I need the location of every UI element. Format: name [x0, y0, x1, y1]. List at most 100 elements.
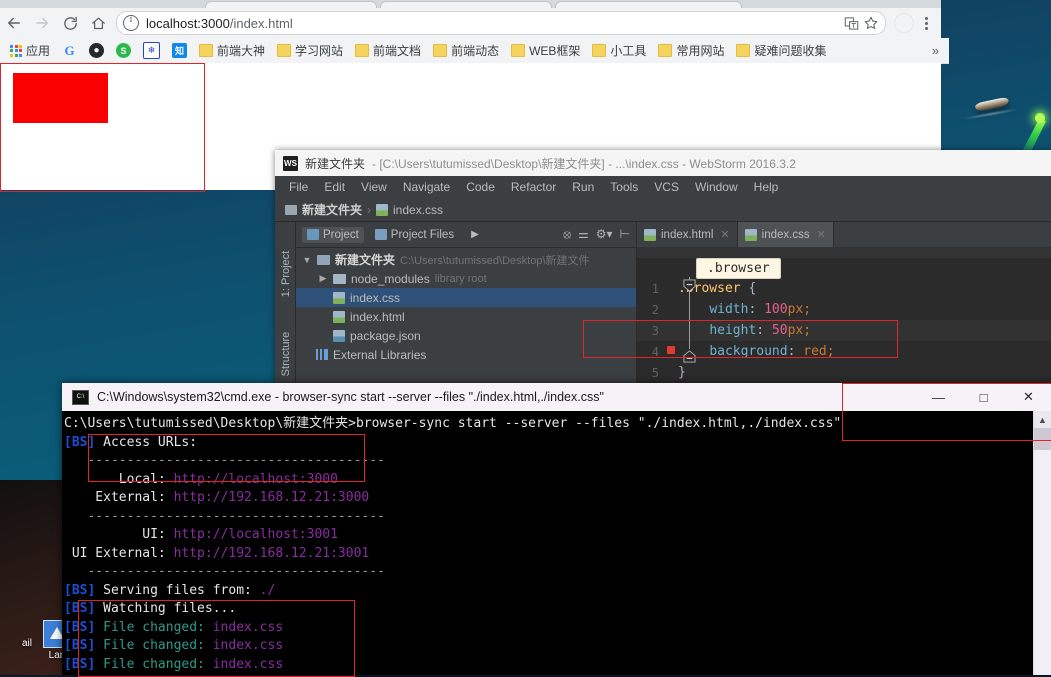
breadcrumb-project[interactable]: 新建文件夹	[302, 201, 362, 218]
tabs-overflow-icon[interactable]: ▶	[465, 229, 479, 240]
kebab-menu-icon[interactable]	[917, 14, 935, 32]
menu-file-label: File	[289, 180, 309, 194]
cmd-scrollbar[interactable]: ▲	[1033, 411, 1051, 675]
menu-edit[interactable]: Edit	[316, 179, 353, 195]
tab-project[interactable]: Project	[302, 226, 364, 243]
breakpoint-icon[interactable]	[667, 346, 675, 354]
folder-icon	[658, 44, 673, 57]
sidebar-tab-project[interactable]: 1: Project	[280, 246, 292, 302]
chevron-down-icon[interactable]: ▼	[302, 255, 312, 265]
editor-tab-index-css[interactable]: index.css ✕	[737, 222, 834, 247]
forward-button[interactable]	[28, 9, 56, 37]
close-icon[interactable]: ✕	[817, 228, 826, 241]
close-button[interactable]: ✕	[1006, 383, 1051, 411]
tree-node-project-root[interactable]: ▼ 新建文件夹 C:\Users\tutumissed\Desktop\新建文件	[296, 250, 636, 269]
bookmark-github[interactable]: ●	[83, 41, 110, 60]
html-file-icon	[644, 228, 656, 241]
bookmark-folder[interactable]: 前端动态	[427, 40, 505, 61]
tree-node-index-css[interactable]: index.css	[296, 288, 636, 307]
scrollbar-thumb[interactable]	[1034, 428, 1051, 450]
editor-tab-index-html[interactable]: index.html ✕	[637, 222, 738, 247]
settings-gear-icon[interactable]: ⚙▾	[596, 227, 613, 242]
cmd-key: External:	[64, 490, 166, 505]
bs-tag: [BS]	[64, 638, 96, 653]
bookmark-green-site[interactable]: S	[110, 41, 137, 60]
reload-button[interactable]	[56, 9, 84, 37]
cmd-line-watching: [BS] Watching files...	[64, 600, 1051, 619]
code-line-3: 3 height: 50px;	[637, 320, 1051, 341]
menu-window[interactable]: Window	[687, 179, 746, 195]
close-icon[interactable]: ✕	[720, 228, 729, 241]
tree-node-external-libraries[interactable]: External Libraries	[296, 345, 636, 364]
bookmark-folder[interactable]: 前端大神	[193, 40, 271, 61]
bookmark-folder[interactable]: 疑难问题收集	[730, 40, 832, 61]
library-icon	[316, 349, 328, 360]
folder-icon	[433, 44, 448, 57]
code-text-line-2: width: 100px;	[709, 302, 812, 317]
tab-project-label: Project	[323, 228, 359, 241]
bookmark-google[interactable]: G	[56, 41, 83, 60]
menu-run[interactable]: Run	[564, 179, 602, 195]
bookmark-folder[interactable]: 前端文档	[349, 40, 427, 61]
bookmark-folder[interactable]: 学习网站	[271, 40, 349, 61]
menu-refactor-label: Refactor	[510, 180, 557, 194]
menu-tools[interactable]: Tools	[602, 179, 646, 195]
bookmark-folder-label: 小工具	[610, 44, 647, 58]
fold-collapse-icon[interactable]	[683, 279, 696, 292]
menu-vcs[interactable]: VCS	[646, 179, 687, 195]
collapse-all-icon[interactable]: ⦻	[563, 227, 571, 242]
json-file-icon	[333, 329, 345, 342]
folder-icon	[285, 204, 297, 215]
tree-node-label: index.css	[350, 290, 401, 305]
menu-help[interactable]: Help	[746, 179, 787, 195]
tab-project-files[interactable]: Project Files	[370, 227, 459, 243]
editor-tab-label: index.css	[761, 228, 810, 241]
apps-grid-icon	[10, 44, 22, 57]
editor-surface[interactable]: .browser 1 .browser {2 width: 100px; 3 …	[637, 247, 1051, 383]
apps-shortcut[interactable]: 应用	[4, 40, 56, 61]
sidebar-tab-structure[interactable]: Structure	[280, 326, 292, 382]
home-button[interactable]	[84, 9, 112, 37]
avatar[interactable]	[894, 13, 914, 33]
menu-refactor[interactable]: Refactor	[503, 179, 564, 195]
cmd-line-text: Access URLs:	[95, 434, 198, 450]
menu-code[interactable]: Code	[458, 179, 503, 195]
scroll-up-icon[interactable]: ▲	[1034, 411, 1051, 428]
code-text-line-3: height: 50px;	[709, 323, 812, 338]
tree-node-label: node_modules	[351, 271, 430, 286]
tree-node-label: index.html	[350, 309, 405, 324]
cmd-line-text: File changed:	[95, 638, 205, 653]
menu-view[interactable]: View	[353, 179, 395, 195]
folder-icon	[317, 254, 330, 265]
menu-edit-label: Edit	[324, 180, 346, 194]
translate-icon[interactable]	[843, 15, 860, 32]
breadcrumb-file[interactable]: index.css	[393, 203, 443, 217]
tree-node-node-modules[interactable]: ▶ node_modules library root	[296, 269, 636, 288]
address-bar[interactable]: localhost:3000/index.html	[116, 11, 886, 35]
page-info-icon[interactable]	[123, 14, 139, 31]
tree-node-index-html[interactable]: index.html	[296, 307, 636, 326]
fold-expand-icon[interactable]	[683, 350, 696, 363]
maximize-button[interactable]: □	[961, 383, 1006, 411]
star-icon[interactable]	[862, 15, 879, 32]
tree-node-package-json[interactable]: package.json	[296, 326, 636, 345]
bookmark-folder[interactable]: 小工具	[586, 40, 652, 61]
expand-all-icon[interactable]: ⚌	[578, 227, 589, 242]
menu-file[interactable]: File	[281, 179, 316, 195]
menu-code-label: Code	[466, 180, 495, 194]
bookmark-folder[interactable]: 常用网站	[652, 40, 730, 61]
bookmark-zhihu[interactable]: 知	[166, 41, 193, 60]
bookmark-folder[interactable]: WEB框架	[505, 40, 586, 61]
editor-tab-label: index.html	[661, 228, 714, 241]
minimize-button[interactable]: —	[916, 383, 961, 411]
cmd-key: UI External:	[64, 545, 166, 561]
cmd-prompt-path: C:\Users\tutumissed\Desktop\新建文件夹	[64, 416, 349, 431]
chevron-right-icon[interactable]: ▶	[318, 273, 328, 284]
bookmarks-overflow-button[interactable]: »	[932, 43, 945, 58]
cmd-console-output[interactable]: C:\Users\tutumissed\Desktop\新建文件夹>browse…	[62, 411, 1051, 675]
hide-panel-icon[interactable]: ⊢	[620, 227, 630, 242]
bookmark-baidu[interactable]: ❄	[137, 40, 166, 61]
cmd-value-url: http://localhost:3000	[165, 471, 338, 487]
menu-navigate[interactable]: Navigate	[395, 179, 458, 195]
back-button[interactable]	[0, 9, 28, 37]
